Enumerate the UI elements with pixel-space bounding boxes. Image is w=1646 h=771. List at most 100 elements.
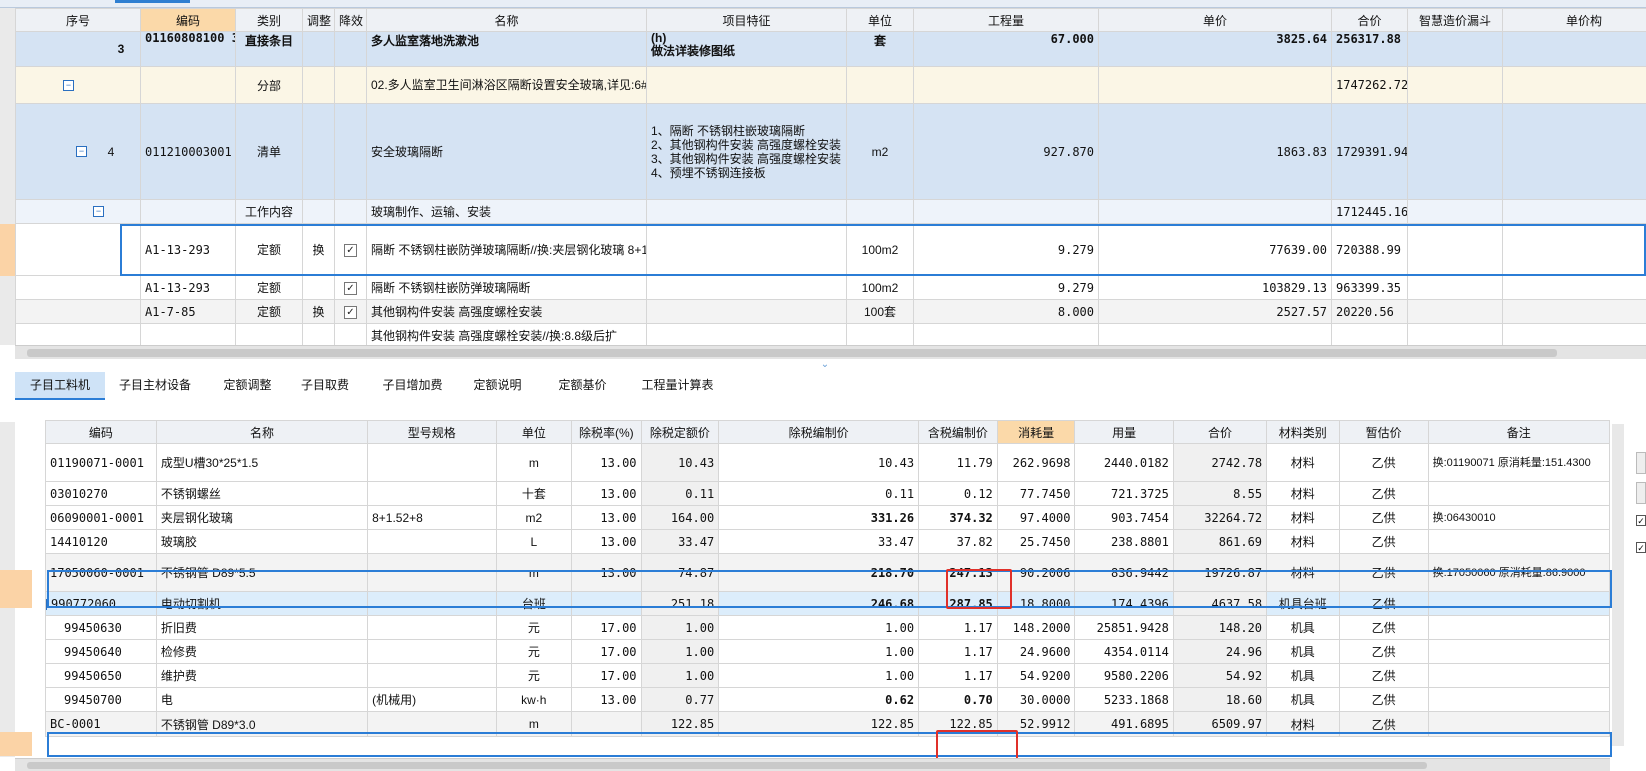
- reduce-checkbox[interactable]: ✓: [344, 282, 357, 295]
- row-ex-tax-price[interactable]: 33.47: [718, 529, 920, 554]
- row-code[interactable]: 14410120: [45, 529, 157, 554]
- row-code[interactable]: 03010270: [45, 481, 157, 506]
- row-inc-tax-price[interactable]: 0.70: [918, 687, 998, 712]
- col-header-category[interactable]: 材料类别: [1266, 420, 1340, 444]
- row-estimate[interactable]: 乙供: [1338, 481, 1429, 506]
- row-tax-rate[interactable]: 17.00: [571, 639, 642, 664]
- row-code[interactable]: 06090001-0001: [45, 505, 157, 530]
- row-code[interactable]: 01160808100 3: [140, 31, 236, 67]
- tab-quantity-sheet[interactable]: 工程量计算表: [625, 372, 730, 398]
- row-inc-tax-price[interactable]: 1.17: [918, 663, 998, 688]
- row-name[interactable]: 安全玻璃隔断: [366, 103, 647, 200]
- row-tax-rate[interactable]: 13.00: [571, 553, 642, 592]
- col-header-inc-tax-price[interactable]: 含税编制价: [918, 420, 998, 444]
- collapse-icon[interactable]: −: [93, 206, 104, 217]
- row-remark[interactable]: 换:17050060 原消耗量:86.9000: [1427, 553, 1611, 592]
- table-row[interactable]: 3 01160808100 3 直接条目 多人监室落地洗漱池 (h) 做法详装修…: [15, 31, 1646, 67]
- row-qty[interactable]: 8.000: [913, 299, 1099, 324]
- col-header-reduce[interactable]: 降效: [334, 8, 367, 32]
- row-remark[interactable]: [1427, 663, 1611, 688]
- row-remark[interactable]: [1427, 615, 1611, 640]
- col-header-type[interactable]: 类别: [235, 8, 303, 32]
- col-header-base-price[interactable]: 除税定额价: [640, 420, 720, 444]
- row-tax-rate[interactable]: 13.00: [571, 443, 642, 482]
- side-checkbox[interactable]: ✓: [1636, 542, 1646, 553]
- row-name[interactable]: 电: [155, 687, 369, 712]
- row-consumption[interactable]: 25.7450: [996, 529, 1076, 554]
- row-code[interactable]: A1-13-293: [140, 223, 236, 276]
- row-name[interactable]: 夹层钢化玻璃: [155, 505, 369, 530]
- row-ex-tax-price[interactable]: 0.62: [718, 687, 920, 712]
- col-header-price[interactable]: 单价: [1098, 8, 1332, 32]
- col-header-spec[interactable]: 型号规格: [367, 420, 497, 444]
- row-remark[interactable]: [1427, 591, 1611, 616]
- row-consumption[interactable]: 262.9698: [996, 443, 1076, 482]
- row-name[interactable]: 检修费: [155, 639, 369, 664]
- row-ex-tax-price[interactable]: 246.68: [718, 591, 920, 616]
- row-ex-tax-price[interactable]: 122.85: [718, 711, 920, 737]
- side-tool-button[interactable]: [1636, 482, 1646, 504]
- row-code[interactable]: 17050060-0001: [45, 553, 157, 592]
- row-code[interactable]: A1-13-293: [140, 275, 236, 300]
- row-inc-tax-price[interactable]: 287.85: [918, 591, 998, 616]
- row-code[interactable]: 99450630: [45, 615, 157, 640]
- row-estimate[interactable]: 乙供: [1338, 591, 1429, 616]
- row-spec[interactable]: [367, 591, 497, 616]
- side-checkbox[interactable]: ✓: [1636, 515, 1646, 526]
- tab-extra-fee[interactable]: 子目增加费: [370, 372, 455, 398]
- row-consumption[interactable]: 18.8000: [996, 591, 1076, 616]
- row-name[interactable]: 维护费: [155, 663, 369, 688]
- row-estimate[interactable]: 乙供: [1338, 711, 1429, 737]
- table-row[interactable]: −4 011210003001 清单 安全玻璃隔断 1、隔断 不锈钢柱嵌玻璃隔断…: [15, 103, 1646, 200]
- row-estimate[interactable]: 乙供: [1338, 553, 1429, 592]
- reduce-checkbox[interactable]: ✓: [344, 306, 357, 319]
- row-feature[interactable]: (h) 做法详装修图纸: [646, 31, 847, 67]
- row-inc-tax-price[interactable]: 374.32: [918, 505, 998, 530]
- lower-scroll-thumb[interactable]: [27, 762, 1427, 769]
- table-row[interactable]: 99450700 电 (机械用) kw·h 13.00 0.77 0.62 0.70 30.00…: [45, 687, 1611, 712]
- row-code[interactable]: 99450640: [45, 639, 157, 664]
- table-row[interactable]: 06090001-0001 夹层钢化玻璃 8+1.52+8 m2 13.00 164.00…: [45, 505, 1611, 530]
- row-remark[interactable]: 换:06430010: [1427, 505, 1611, 530]
- collapse-icon[interactable]: −: [76, 146, 87, 157]
- row-name[interactable]: 玻璃制作、运输、安装: [366, 199, 647, 224]
- row-spec[interactable]: (机械用): [367, 687, 497, 712]
- side-tool-button[interactable]: [1636, 452, 1646, 474]
- row-consumption[interactable]: 30.0000: [996, 687, 1076, 712]
- row-code[interactable]: 011210003001: [140, 103, 236, 200]
- row-estimate[interactable]: 乙供: [1338, 505, 1429, 530]
- table-row-selected[interactable]: 17050060-0001 不锈钢管 D89*5.5 m 13.00 74.87 218.…: [45, 553, 1611, 592]
- row-inc-tax-price[interactable]: 247.13: [918, 553, 998, 592]
- row-remark[interactable]: [1427, 529, 1611, 554]
- upper-scroll-thumb[interactable]: [27, 349, 1557, 357]
- table-row[interactable]: −990772060电动切割机台班251.18246.68287.8518.80…: [45, 591, 1611, 616]
- row-remark[interactable]: [1427, 481, 1611, 506]
- row-estimate[interactable]: 乙供: [1338, 663, 1429, 688]
- row-name[interactable]: 不锈钢管 D89*3.0: [155, 711, 369, 737]
- table-row[interactable]: 03010270 不锈钢螺丝 十套 13.00 0.11 0.11 0.12 77.7450 7…: [45, 481, 1611, 506]
- lower-grid[interactable]: 编码 名称 型号规格 单位 除税率(%) 除税定额价 除税编制价 含税编制价 消…: [45, 420, 1611, 737]
- splitter-arrow-icon[interactable]: ⌄: [818, 360, 832, 370]
- row-name[interactable]: 不锈钢管 D89*5.5: [155, 553, 369, 592]
- row-consumption[interactable]: 77.7450: [996, 481, 1076, 506]
- collapse-icon[interactable]: −: [46, 598, 47, 610]
- col-header-name[interactable]: 名称: [366, 8, 647, 32]
- row-tax-rate[interactable]: [571, 591, 642, 616]
- row-spec[interactable]: [367, 529, 497, 554]
- upper-grid[interactable]: 序号 编码 类别 调整 降效 名称 项目特征 单位 工程量 单价 合价 智慧造价…: [15, 8, 1646, 364]
- col-header-total[interactable]: 合价: [1172, 420, 1268, 444]
- table-row[interactable]: 99450640 检修费元 17.00 1.00 1.00 1.17 24.9600 4354…: [45, 639, 1611, 664]
- row-name[interactable]: 02.多人监室卫生间淋浴区隔断设置安全玻璃,详见:6#-Z-X-05A、6#-Z…: [366, 66, 647, 104]
- col-header-unit[interactable]: 单位: [495, 420, 573, 444]
- col-header-consumption[interactable]: 消耗量: [996, 420, 1076, 444]
- tab-fee[interactable]: 子目取费: [290, 372, 360, 398]
- row-inc-tax-price[interactable]: 0.12: [918, 481, 998, 506]
- row-consumption[interactable]: 52.9912: [996, 711, 1076, 737]
- col-header-code[interactable]: 编码: [140, 8, 236, 32]
- col-header-remark[interactable]: 备注: [1427, 420, 1611, 444]
- row-consumption[interactable]: 54.9200: [996, 663, 1076, 688]
- row-estimate[interactable]: 乙供: [1338, 529, 1429, 554]
- row-remark[interactable]: [1427, 687, 1611, 712]
- table-row[interactable]: − 分部 02.多人监室卫生间淋浴区隔断设置安全玻璃,详见:6#-Z-X-05A…: [15, 66, 1646, 104]
- row-code[interactable]: 99450650: [45, 663, 157, 688]
